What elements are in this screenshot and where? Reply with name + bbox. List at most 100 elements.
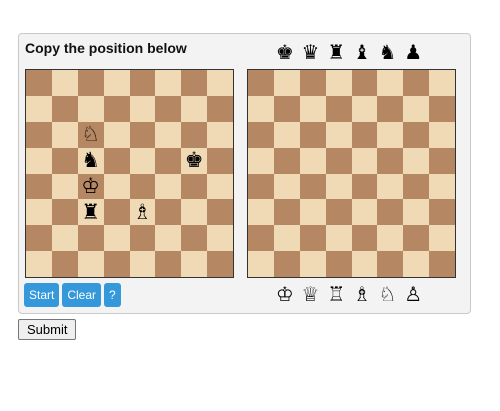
square-g7	[181, 95, 208, 122]
square-a2[interactable]	[248, 225, 274, 252]
square-h6[interactable]	[429, 121, 455, 148]
square-f5[interactable]	[377, 147, 404, 174]
square-g5[interactable]	[403, 147, 430, 174]
square-e5[interactable]	[351, 147, 378, 174]
square-g4[interactable]	[403, 173, 430, 200]
square-f7[interactable]	[377, 95, 404, 122]
white-king-icon: ♔	[81, 173, 101, 198]
square-g1[interactable]	[403, 251, 430, 277]
square-d4[interactable]	[325, 173, 352, 200]
square-g8[interactable]	[403, 70, 430, 96]
square-e3: ♗	[129, 199, 156, 226]
square-a5[interactable]	[248, 147, 274, 174]
square-c5[interactable]	[299, 147, 326, 174]
square-d3[interactable]	[325, 199, 352, 226]
square-b2[interactable]	[273, 225, 300, 252]
square-g3[interactable]	[403, 199, 430, 226]
square-f2[interactable]	[377, 225, 404, 252]
square-e1[interactable]	[351, 251, 378, 277]
white-piece-palette: ♔ ♕ ♖ ♗ ♘ ♙	[274, 282, 424, 306]
clear-button[interactable]: Clear	[62, 283, 102, 307]
square-c2	[77, 225, 104, 252]
square-d2	[103, 225, 130, 252]
square-e4	[129, 173, 156, 200]
square-h1[interactable]	[429, 251, 455, 277]
square-d7[interactable]	[325, 95, 352, 122]
square-b5[interactable]	[273, 147, 300, 174]
black-bishop-icon[interactable]: ♝	[351, 40, 373, 64]
square-g7[interactable]	[403, 95, 430, 122]
square-d5[interactable]	[325, 147, 352, 174]
square-b8[interactable]	[273, 70, 300, 96]
square-a8[interactable]	[248, 70, 274, 96]
target-board[interactable]	[247, 69, 456, 278]
square-e7[interactable]	[351, 95, 378, 122]
help-button[interactable]: ?	[104, 283, 121, 307]
start-button[interactable]: Start	[24, 283, 60, 307]
square-h7[interactable]	[429, 95, 455, 122]
square-h4[interactable]	[429, 173, 455, 200]
square-a3[interactable]	[248, 199, 274, 226]
square-h1	[207, 251, 233, 277]
square-c8[interactable]	[299, 70, 326, 96]
square-c4[interactable]	[299, 173, 326, 200]
square-b4[interactable]	[273, 173, 300, 200]
white-pawn-icon[interactable]: ♙	[402, 282, 424, 306]
square-e4[interactable]	[351, 173, 378, 200]
square-h8[interactable]	[429, 70, 455, 96]
square-b7[interactable]	[273, 95, 300, 122]
square-b1[interactable]	[273, 251, 300, 277]
square-f4[interactable]	[377, 173, 404, 200]
square-d2[interactable]	[325, 225, 352, 252]
square-a4[interactable]	[248, 173, 274, 200]
square-c7	[77, 95, 104, 122]
black-knight-icon[interactable]: ♞	[377, 40, 399, 64]
white-rook-icon[interactable]: ♖	[325, 282, 347, 306]
square-c3[interactable]	[299, 199, 326, 226]
square-c2[interactable]	[299, 225, 326, 252]
white-queen-icon[interactable]: ♕	[300, 282, 322, 306]
square-g6	[181, 121, 208, 148]
square-c6[interactable]	[299, 121, 326, 148]
square-h2[interactable]	[429, 225, 455, 252]
square-e6[interactable]	[351, 121, 378, 148]
square-e3[interactable]	[351, 199, 378, 226]
square-d8[interactable]	[325, 70, 352, 96]
square-f6[interactable]	[377, 121, 404, 148]
square-h3[interactable]	[429, 199, 455, 226]
square-g1	[181, 251, 208, 277]
square-a7[interactable]	[248, 95, 274, 122]
square-f3[interactable]	[377, 199, 404, 226]
square-h5[interactable]	[429, 147, 455, 174]
square-e2[interactable]	[351, 225, 378, 252]
square-f7	[155, 95, 182, 122]
square-d1[interactable]	[325, 251, 352, 277]
square-c5: ♞	[77, 147, 104, 174]
square-d6[interactable]	[325, 121, 352, 148]
square-e8[interactable]	[351, 70, 378, 96]
black-rook-icon[interactable]: ♜	[325, 40, 347, 64]
white-bishop-icon[interactable]: ♗	[351, 282, 373, 306]
square-f8[interactable]	[377, 70, 404, 96]
square-b6[interactable]	[273, 121, 300, 148]
square-c1[interactable]	[299, 251, 326, 277]
white-knight-icon[interactable]: ♘	[377, 282, 399, 306]
black-king-icon[interactable]: ♚	[274, 40, 296, 64]
square-f1[interactable]	[377, 251, 404, 277]
square-g6[interactable]	[403, 121, 430, 148]
square-c7[interactable]	[299, 95, 326, 122]
black-queen-icon[interactable]: ♛	[300, 40, 322, 64]
black-pawn-icon[interactable]: ♟	[402, 40, 424, 64]
submit-button[interactable]: Submit	[18, 319, 77, 340]
square-b3[interactable]	[273, 199, 300, 226]
square-h7	[207, 95, 233, 122]
square-g2[interactable]	[403, 225, 430, 252]
square-a1[interactable]	[248, 251, 274, 277]
square-f6	[155, 121, 182, 148]
square-d7	[103, 95, 130, 122]
white-king-icon[interactable]: ♔	[274, 282, 296, 306]
square-d4	[103, 173, 130, 200]
square-a6[interactable]	[248, 121, 274, 148]
square-c6: ♘	[77, 121, 104, 148]
square-g8	[181, 70, 208, 96]
